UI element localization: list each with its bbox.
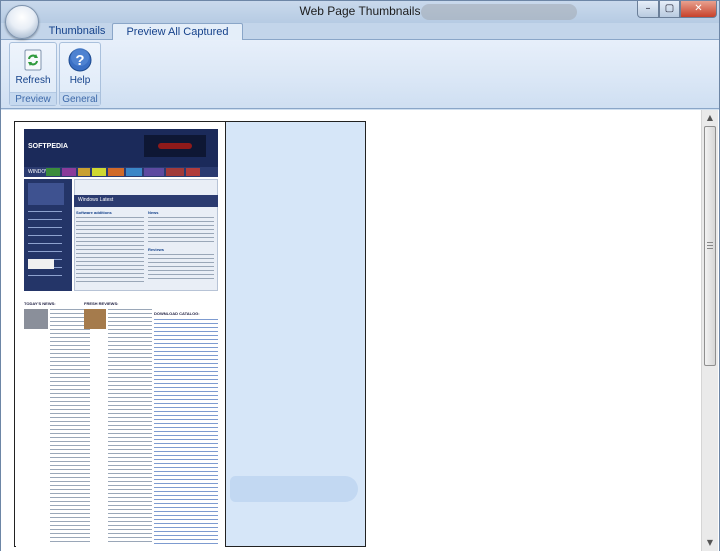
panel-title: Windows Latest bbox=[78, 197, 114, 203]
scrollbar-grip-icon bbox=[707, 242, 713, 249]
refresh-icon bbox=[24, 49, 42, 71]
download-catalog-heading: DOWNLOAD CATALOG: bbox=[154, 311, 200, 316]
scroll-down-button[interactable]: ▼ bbox=[702, 535, 718, 551]
application-orb-button[interactable] bbox=[5, 5, 39, 39]
site-logo: SOFTPEDIA bbox=[28, 143, 69, 150]
tab-thumbnails[interactable]: Thumbnails bbox=[43, 23, 111, 41]
ribbon-tab-bar: Thumbnails Preview All Captured Images bbox=[1, 23, 719, 54]
download-catalog-list bbox=[154, 319, 218, 545]
ribbon-group-general: ? Help General bbox=[59, 42, 101, 106]
nav-item-linux bbox=[92, 168, 106, 176]
preview-area: SOFTPEDIA WINDOWS Windows Latest Softwar… bbox=[1, 110, 719, 551]
todays-news-heading: TODAY'S NEWS: bbox=[24, 301, 56, 306]
help-icon: ? bbox=[68, 48, 92, 72]
scrollbar-thumb[interactable] bbox=[704, 126, 716, 366]
ribbon-group-preview: Refresh Preview bbox=[9, 42, 57, 106]
nav-item-mobile bbox=[126, 168, 142, 176]
scroll-up-button[interactable]: ▲ bbox=[702, 110, 718, 126]
reviews-list bbox=[148, 254, 214, 282]
group-label-preview: Preview bbox=[10, 92, 56, 105]
empty-thumbnail-slot bbox=[226, 122, 365, 546]
nav-item-drivers bbox=[62, 168, 76, 176]
nav-item-handheld bbox=[144, 168, 164, 176]
nav-item-gadgets bbox=[166, 168, 184, 176]
nav-item-games bbox=[46, 168, 60, 176]
nav-item-mac bbox=[78, 168, 90, 176]
header-car-graphic bbox=[158, 143, 192, 149]
svg-text:?: ? bbox=[75, 52, 84, 69]
nav-item-news bbox=[186, 168, 200, 176]
title-bar: Web Page Thumbnails – ▢ ✕ bbox=[1, 1, 719, 23]
news-list bbox=[148, 217, 214, 243]
app-window: Web Page Thumbnails – ▢ ✕ Thumbnails Pre… bbox=[0, 0, 720, 551]
captured-image-thumbnail[interactable]: SOFTPEDIA WINDOWS Windows Latest Softwar… bbox=[14, 121, 366, 547]
sidebar-promo bbox=[28, 183, 64, 205]
help-label: Help bbox=[69, 75, 91, 86]
maximize-button[interactable]: ▢ bbox=[659, 1, 680, 18]
software-additions-list bbox=[76, 217, 144, 283]
group-label-general: General bbox=[60, 92, 100, 105]
blank-slot-artifact bbox=[230, 476, 358, 502]
fresh-reviews-list bbox=[108, 309, 152, 545]
fresh-reviews-heading: FRESH REVIEWS: bbox=[84, 301, 119, 306]
news-thumbnail-image bbox=[24, 309, 48, 329]
refresh-button[interactable]: Refresh bbox=[10, 45, 56, 91]
refresh-label: Refresh bbox=[15, 75, 51, 86]
review-thumbnail-image bbox=[84, 309, 106, 329]
vertical-scrollbar[interactable]: ▲ ▼ bbox=[701, 110, 718, 551]
reviews-heading: Reviews bbox=[148, 247, 165, 252]
news-heading: News bbox=[148, 210, 159, 215]
nav-item-scripts bbox=[108, 168, 124, 176]
todays-news-list bbox=[50, 309, 90, 545]
website-screenshot: SOFTPEDIA WINDOWS Windows Latest Softwar… bbox=[16, 123, 225, 547]
software-additions-heading: Software additions bbox=[76, 210, 112, 215]
sidebar-links bbox=[28, 211, 62, 281]
help-button[interactable]: ? Help bbox=[60, 45, 100, 91]
close-button[interactable]: ✕ bbox=[680, 1, 717, 18]
window-title: Web Page Thumbnails bbox=[299, 4, 421, 18]
sidebar-logo-badge bbox=[28, 259, 54, 269]
ribbon: Refresh Preview ? Help General bbox=[1, 40, 719, 109]
minimize-button[interactable]: – bbox=[637, 1, 659, 18]
title-bar-artifact bbox=[421, 4, 577, 20]
tab-preview-all-captured-images[interactable]: Preview All Captured Images bbox=[112, 23, 243, 54]
